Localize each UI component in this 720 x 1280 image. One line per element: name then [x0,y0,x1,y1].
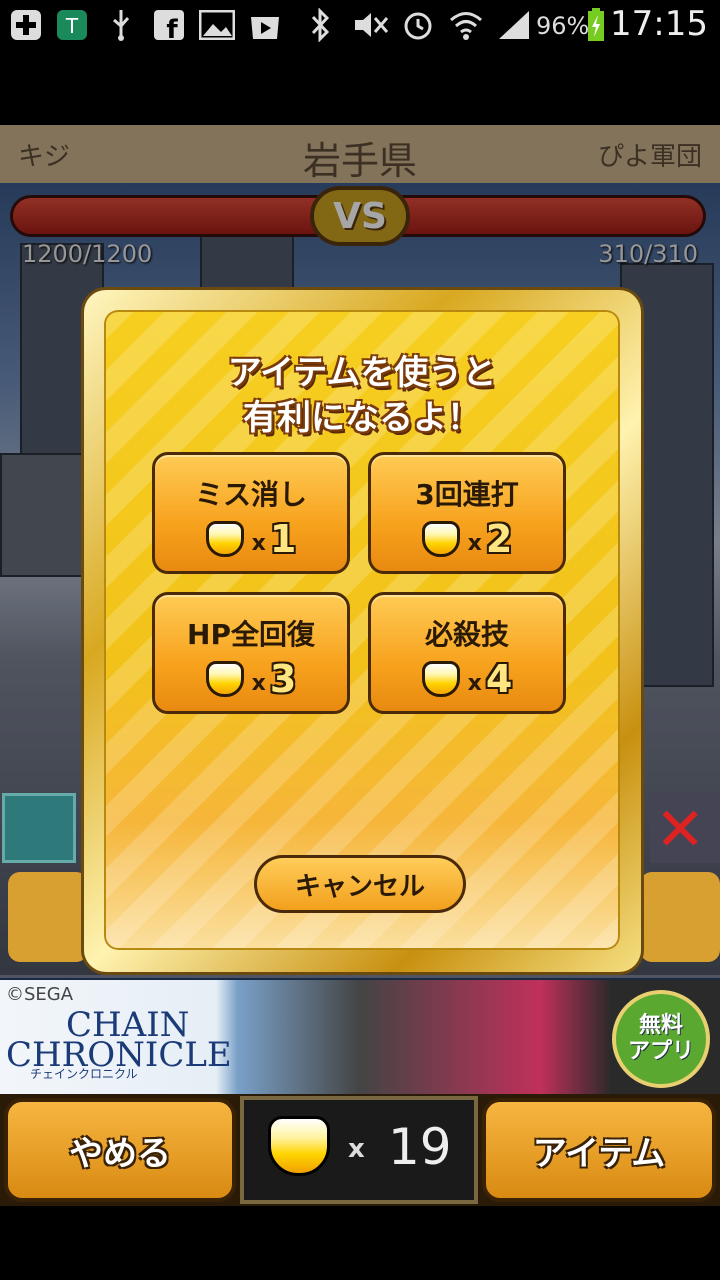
left-panel-edge [8,872,88,962]
dialog-title-line1: アイテムを使うと [227,353,497,393]
item-cost: x 4 [371,657,563,701]
item-name: 3回連打 [415,478,519,511]
coin-icon [205,661,244,697]
times-sign: x [251,670,266,696]
coin-icon [421,521,460,557]
wifi-icon [448,8,484,42]
coin-icon [205,521,244,557]
item-button-miss-erase[interactable]: ミス消し x 1 [152,452,350,574]
coin-icon [268,1116,330,1176]
item-cost: x 3 [155,657,347,701]
item-button-special-move[interactable]: 必殺技 x 4 [368,592,566,714]
battery-percent: 96% [536,12,590,40]
bottle-icon [2,793,76,863]
item-cost-value: 3 [269,657,297,701]
svg-text:f: f [166,15,178,41]
ad-copyright: ©SEGA [6,984,74,1005]
battery-charging-icon [584,8,608,42]
bluetooth-icon [306,8,334,42]
plus-icon [8,8,44,42]
shield-app-icon: T [54,8,90,42]
item-cost-value: 2 [485,517,513,561]
item-name: HP全回復 [187,618,315,651]
svg-text:T: T [65,14,79,38]
bottom-blank [0,1206,720,1280]
times-sign: x [251,530,266,556]
facebook-icon: f [152,8,186,42]
free-app-badge[interactable]: 無料 アプリ [612,990,710,1088]
clock: 17:15 [610,4,708,44]
item-button-hp-restore[interactable]: HP全回復 x 3 [152,592,350,714]
image-icon [198,8,236,42]
quit-button[interactable]: やめる [4,1098,236,1202]
item-name: ミス消し [194,478,307,511]
item-cost: x 1 [155,517,347,561]
item-cost-value: 1 [269,517,297,561]
item-cost-value: 4 [485,657,513,701]
status-bar: T f 96% 17:15 [0,0,720,50]
times-sign: x [348,1134,365,1164]
item-button-triple-hit[interactable]: 3回連打 x 2 [368,452,566,574]
coin-icon [421,661,460,697]
ad-subtitle: チェインクロニクル [30,1067,138,1081]
signal-icon [496,8,532,42]
coin-count: 19 [388,1118,452,1176]
mute-icon [350,8,390,42]
close-x-icon: ✕ [655,795,706,865]
badge-line2: アプリ [627,1039,694,1064]
item-name: 必殺技 [424,618,509,651]
times-sign: x [467,530,482,556]
cancel-button[interactable]: キャンセル [254,855,466,913]
item-cost: x 2 [371,517,563,561]
play-store-icon [246,8,284,42]
right-panel-edge [640,872,720,962]
ad-title: CHAIN CHRONICLE [6,1008,232,1072]
dialog-title-line2: 有利になるよ！ [243,398,481,438]
item-button[interactable]: アイテム [482,1098,716,1202]
badge-line1: 無料 [638,1013,683,1038]
alarm-icon [400,8,436,42]
times-sign: x [467,670,482,696]
usb-icon [106,8,136,42]
